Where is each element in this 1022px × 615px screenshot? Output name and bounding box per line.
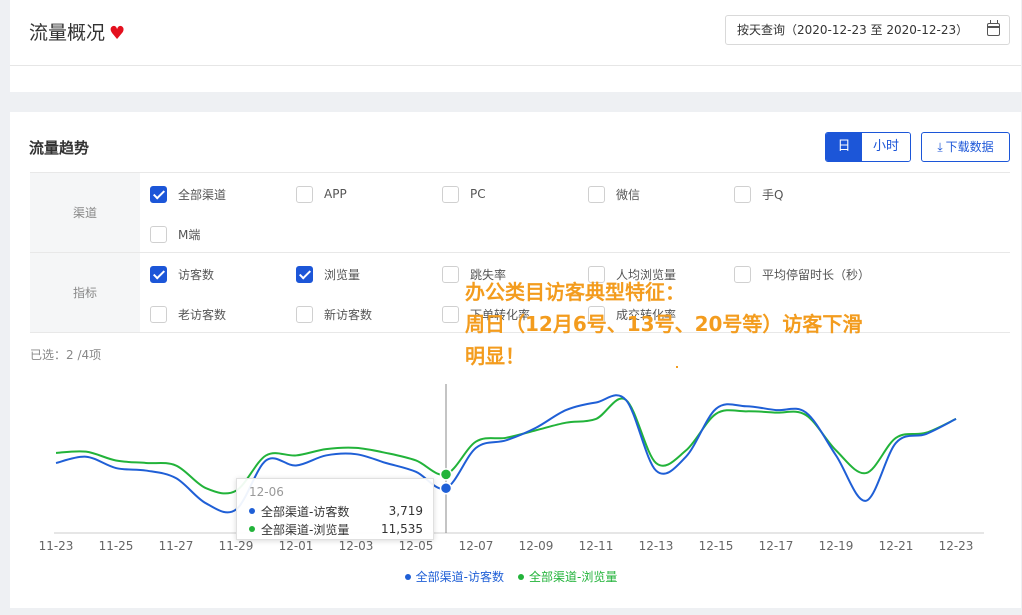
x-tick-label: 12-23: [939, 539, 974, 553]
chart-legend: 全部渠道-访客数 全部渠道-浏览量: [0, 568, 1022, 585]
x-tick-label: 11-23: [39, 539, 74, 553]
x-tick-label: 12-07: [459, 539, 494, 553]
legend-label: 全部渠道-浏览量: [529, 570, 618, 584]
chart-tooltip: 12-06 全部渠道-访客数 3,719 全部渠道-浏览量 11,535: [236, 478, 434, 540]
tooltip-row-visitors: 全部渠道-访客数 3,719: [249, 503, 423, 519]
x-tick-label: 12-13: [639, 539, 674, 553]
x-tick-label: 12-09: [519, 539, 554, 553]
tooltip-date: 12-06: [249, 485, 284, 499]
legend-label: 全部渠道-访客数: [415, 570, 504, 584]
legend-dot-visitors: [404, 573, 411, 580]
x-tick-label: 12-17: [759, 539, 794, 553]
x-tick-label: 11-25: [99, 539, 134, 553]
hover-point-pageviews: [439, 468, 453, 481]
x-tick-label: 12-21: [879, 539, 914, 553]
legend-dot-pageviews: [518, 573, 524, 580]
series-line-visitors: [55, 394, 957, 514]
legend-item-visitors[interactable]: 全部渠道-访客数: [404, 568, 504, 585]
tooltip-series-value: 3,719: [388, 504, 423, 518]
x-tick-label: 12-11: [579, 539, 614, 553]
annotation-line-2: 周日（12月6号、13号、20号等）访客下滑: [465, 312, 863, 336]
annotation-line-3: 明显！: [465, 344, 525, 368]
x-tick-label: 11-29: [219, 539, 254, 553]
x-tick-label: 12-01: [279, 539, 314, 553]
legend-item-pageviews[interactable]: 全部渠道-浏览量: [518, 568, 617, 585]
tooltip-series-value: 11,535: [381, 522, 423, 536]
tooltip-series-name: 全部渠道-浏览量: [261, 522, 350, 537]
series-dot-visitors: [249, 508, 255, 514]
series-line-pageviews: [55, 397, 957, 495]
annotation-note: 办公类目访客典型特征： 周日（12月6号、13号、20号等）访客下滑 明显！: [465, 276, 915, 372]
x-tick-label: 12-03: [339, 539, 374, 553]
x-tick-label: 12-15: [699, 539, 734, 553]
hover-point-visitors: [439, 481, 453, 495]
x-tick-label: 12-19: [819, 539, 854, 553]
annotation-mark: [676, 366, 678, 368]
x-tick-label: 11-27: [159, 539, 194, 553]
tooltip-row-pageviews: 全部渠道-浏览量 11,535: [249, 521, 423, 537]
x-tick-label: 12-05: [399, 539, 434, 553]
tooltip-series-name: 全部渠道-访客数: [261, 504, 350, 519]
series-dot-pageviews: [249, 526, 255, 532]
annotation-line-1: 办公类目访客典型特征：: [465, 280, 685, 304]
